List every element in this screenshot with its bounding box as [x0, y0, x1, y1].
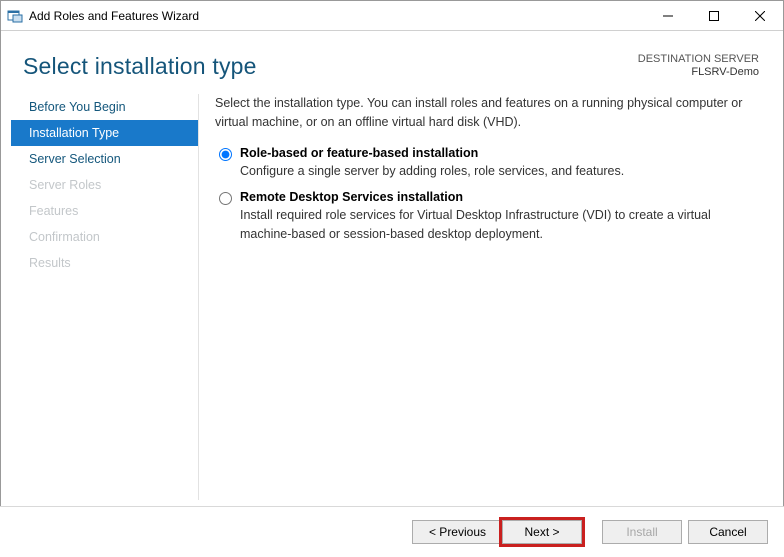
sidebar-item-server-roles: Server Roles	[11, 172, 198, 198]
close-button[interactable]	[737, 1, 783, 30]
sidebar-item-results: Results	[11, 250, 198, 276]
wizard-header: Select installation type DESTINATION SER…	[1, 31, 783, 90]
previous-button[interactable]: < Previous	[412, 520, 502, 544]
prev-next-group: < Previous Next >	[412, 520, 582, 544]
destination-value: FLSRV-Demo	[638, 66, 759, 78]
sidebar-item-before-you-begin[interactable]: Before You Begin	[11, 94, 198, 120]
page-title: Select installation type	[23, 53, 257, 80]
option-remote-desktop-label: Remote Desktop Services installation	[240, 190, 761, 204]
title-bar: Add Roles and Features Wizard	[1, 1, 783, 31]
sidebar-item-installation-type[interactable]: Installation Type	[11, 120, 198, 146]
install-button: Install	[602, 520, 682, 544]
next-button[interactable]: Next >	[502, 520, 582, 544]
description-text: Select the installation type. You can in…	[215, 94, 761, 132]
minimize-button[interactable]	[645, 1, 691, 30]
main-content: Select the installation type. You can in…	[199, 94, 783, 500]
wizard-body: Before You Begin Installation Type Serve…	[1, 90, 783, 500]
cancel-button[interactable]: Cancel	[688, 520, 768, 544]
maximize-button[interactable]	[691, 1, 737, 30]
sidebar-item-confirmation: Confirmation	[11, 224, 198, 250]
window-icon	[7, 8, 23, 24]
sidebar-item-server-selection[interactable]: Server Selection	[11, 146, 198, 172]
window-controls	[645, 1, 783, 30]
window-title: Add Roles and Features Wizard	[29, 9, 645, 23]
sidebar-item-features: Features	[11, 198, 198, 224]
option-role-based[interactable]: Role-based or feature-based installation…	[215, 146, 761, 181]
wizard-footer: < Previous Next > Install Cancel	[0, 506, 784, 557]
radio-role-based[interactable]	[219, 148, 232, 161]
option-role-based-label: Role-based or feature-based installation	[240, 146, 761, 160]
destination-server-block: DESTINATION SERVER FLSRV-Demo	[638, 53, 759, 78]
option-remote-desktop[interactable]: Remote Desktop Services installation Ins…	[215, 190, 761, 244]
option-role-based-subtext: Configure a single server by adding role…	[240, 162, 761, 181]
destination-label: DESTINATION SERVER	[638, 53, 759, 65]
wizard-steps-sidebar: Before You Begin Installation Type Serve…	[11, 94, 199, 500]
radio-remote-desktop[interactable]	[219, 192, 232, 205]
option-remote-desktop-subtext: Install required role services for Virtu…	[240, 206, 761, 244]
